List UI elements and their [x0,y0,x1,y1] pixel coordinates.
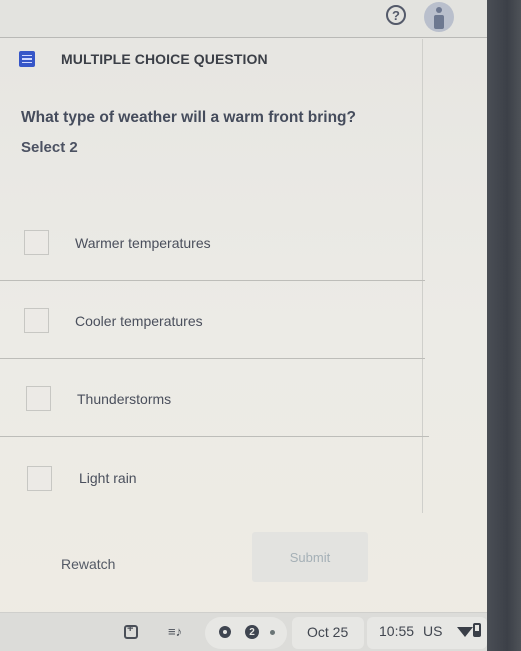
checkbox[interactable] [24,308,49,333]
date-label[interactable]: Oct 25 [307,624,348,640]
option-cooler-temperatures[interactable]: Cooler temperatures [0,283,425,359]
option-label: Warmer temperatures [75,234,211,251]
option-thunderstorms[interactable]: Thunderstorms [0,361,429,437]
option-light-rain[interactable]: Light rain [0,440,425,516]
rewatch-button[interactable]: Rewatch [61,556,115,572]
media-controls-icon[interactable]: ≡♪ [168,624,182,639]
screen: ? MULTIPLE CHOICE QUESTION What type of … [0,0,487,651]
time-label[interactable]: 10:55 [379,623,414,639]
question-type-row: MULTIPLE CHOICE QUESTION [19,51,268,67]
option-label: Cooler temperatures [75,312,203,329]
question-instruction: Select 2 [21,139,78,156]
checkbox[interactable] [27,465,52,491]
checkbox[interactable] [24,230,49,255]
option-label: Light rain [79,470,137,486]
option-label: Thunderstorms [77,390,172,407]
option-warmer-temperatures[interactable]: Warmer temperatures [0,205,425,281]
screen-bezel [487,0,521,651]
question-circle-icon[interactable]: ? [386,5,406,25]
notification-badge-icon[interactable]: 2 [245,625,259,639]
region-label[interactable]: US [423,623,442,639]
list-icon [19,51,35,67]
dot-icon [270,630,275,635]
submit-button[interactable]: Submit [252,532,368,582]
user-avatar-icon[interactable] [424,2,454,32]
question-type-label: MULTIPLE CHOICE QUESTION [61,51,268,67]
avatar-head [436,7,442,13]
circle-icon[interactable] [219,626,231,638]
top-bar: ? [0,0,487,38]
wifi-icon[interactable] [457,627,473,637]
screen-capture-icon[interactable] [124,623,138,639]
system-shelf: ≡♪ 2 Oct 25 10:55 US [0,612,487,651]
question-prompt: What type of weather will a warm front b… [21,109,356,126]
battery-icon[interactable] [473,623,481,637]
avatar-body [434,15,444,29]
checkbox[interactable] [26,386,51,411]
